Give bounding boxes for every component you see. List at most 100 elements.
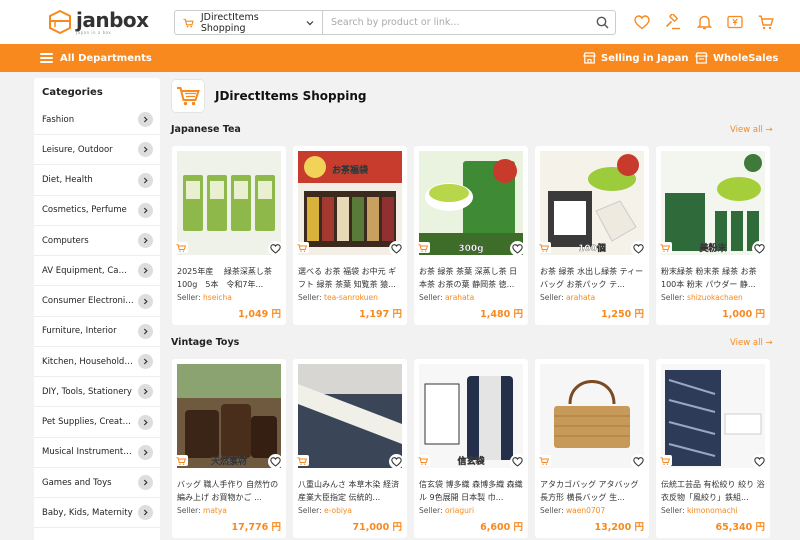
chevron-right-icon [138,172,153,188]
product-title[interactable]: アタカゴバッグ アタバッグ 長方形 横長バッグ 生... [540,478,644,504]
seller-name[interactable]: kimonomachi [687,506,738,515]
product-image[interactable]: 美粉末 [661,151,765,255]
store-badge-icon [537,242,551,253]
selling-in-japan-link[interactable]: Selling in Japan [583,44,689,72]
product-title[interactable]: 八重山みんさ 本草木染 経済産業大臣指定 伝統的... [298,478,402,504]
product-card[interactable]: 美粉末 粉末緑茶 粉末茶 緑茶 お茶 100本 粉末 パウダー 静... Selle… [656,146,770,325]
store-cart-icon [177,87,200,106]
sidebar-category-item[interactable]: Diet, Health [34,166,160,196]
favorite-button[interactable] [510,241,525,256]
sidebar-category-item[interactable]: Baby, Kids, Maternity [34,498,160,529]
product-title[interactable]: 粉末緑茶 粉末茶 緑茶 お茶 100本 粉末 パウダー 静... [661,265,765,291]
product-image[interactable]: 300g [419,151,523,255]
product-image[interactable] [177,151,281,255]
sidebar-category-item[interactable]: Pet Supplies, Creature [34,408,160,438]
category-label: Furniture, Interior [42,326,117,337]
favorite-button[interactable] [510,454,525,469]
sidebar-category-item[interactable]: Games and Toys [34,468,160,498]
search-bar: JDirectItems Shopping [174,10,616,35]
sidebar-category-item[interactable]: Consumer Electronics [34,287,160,317]
product-title[interactable]: 選べる お茶 福袋 お中元 ギフト 緑茶 茶葉 知覧茶 猿... [298,265,402,291]
wishlist-button[interactable] [633,13,651,31]
product-seller: Seller: tea-sanrokuen [298,293,378,302]
favorite-button[interactable] [631,454,646,469]
seller-name[interactable]: waen0707 [566,506,605,515]
view-all-link[interactable]: View all → [730,125,773,135]
seller-label: Seller: [298,293,322,302]
category-label: Kitchen, Household ... [42,356,134,367]
product-card[interactable]: 2025年産 緑茶深蒸し茶100g 5本 令和7年... Seller: hsei… [172,146,286,325]
product-image[interactable]: 100個 [540,151,644,255]
seller-name[interactable]: shizuokachaen [687,293,743,302]
product-image[interactable] [540,364,644,468]
product-title[interactable]: お茶 緑茶 水出し緑茶 ティーバッグ お茶パック テ... [540,265,644,291]
product-card[interactable]: 300g お茶 緑茶 茶葉 深蒸し茶 日本茶 お茶の葉 静岡茶 徳... Selle… [414,146,528,325]
category-label: Baby, Kids, Maternity [42,507,133,518]
all-departments-button[interactable]: All Departments [40,44,152,72]
section-title: Vintage Toys [171,337,240,348]
notifications-button[interactable] [695,13,713,31]
heart-icon [633,456,644,467]
favorite-button[interactable] [268,241,283,256]
product-card[interactable]: 100個 お茶 緑茶 水出し緑茶 ティーバッグ お茶パック テ... Seller:… [535,146,649,325]
wholesales-link[interactable]: WholeSales [695,44,778,72]
product-image[interactable]: お茶福袋 [298,151,402,255]
search-button[interactable] [589,11,615,34]
product-title[interactable]: バッグ 職人手作り 自然竹の編み上げ お買物かご ... [177,478,281,504]
product-price: 6,600 円 [480,522,523,533]
favorite-button[interactable] [752,241,767,256]
seller-name[interactable]: oriaguri [445,506,474,515]
product-price: 1,197 円 [359,309,402,320]
store-dropdown[interactable]: JDirectItems Shopping [175,11,323,34]
product-title[interactable]: 2025年産 緑茶深蒸し茶100g 5本 令和7年... [177,265,281,291]
seller-name[interactable]: arahata [566,293,595,302]
view-all-link[interactable]: View all → [730,338,773,348]
favorite-button[interactable] [268,454,283,469]
sidebar-category-item[interactable]: Computers [34,226,160,256]
favorite-button[interactable] [631,241,646,256]
product-title[interactable]: お茶 緑茶 茶葉 深蒸し茶 日本茶 お茶の葉 静岡茶 徳... [419,265,523,291]
favorite-button[interactable] [389,241,404,256]
sidebar-category-item[interactable]: Furniture, Interior [34,317,160,347]
sidebar-category-item[interactable]: Leisure, Outdoor [34,135,160,166]
favorite-button[interactable] [752,454,767,469]
product-image[interactable] [298,364,402,468]
seller-name[interactable]: tea-sanrokuen [324,293,378,302]
top-header: janbox Japan in a box JDirectItems Shopp… [0,0,800,44]
product-card[interactable]: お茶福袋選べる お茶 福袋 お中元 ギフト 緑茶 茶葉 知覧茶 猿... Sell… [293,146,407,325]
seller-name[interactable]: hseicha [203,293,232,302]
seller-name[interactable]: matya [203,506,227,515]
category-label: Computers [42,235,89,246]
product-seller: Seller: kimonomachi [661,506,738,515]
product-card[interactable]: 信玄袋 信玄袋 博多織 森博多織 森織ル 9色展開 日本製 巾... Seller:… [414,359,528,538]
search-input[interactable] [323,11,589,34]
store-name: JDirectItems Shopping [215,89,367,103]
seller-label: Seller: [177,506,201,515]
sidebar-category-item[interactable]: Cosmetics, Perfume [34,196,160,226]
seller-name[interactable]: e-obiya [324,506,352,515]
product-image[interactable]: 天然素材 [177,364,281,468]
product-image-text: お茶福袋 [332,164,369,176]
product-title[interactable]: 信玄袋 博多織 森博多織 森織ル 9色展開 日本製 巾... [419,478,523,504]
sidebar-category-item[interactable]: Kitchen, Household ... [34,347,160,377]
cart-button[interactable] [757,13,775,31]
favorite-button[interactable] [389,454,404,469]
product-card[interactable]: 伝統工芸品 有松絞り 絞り 浴衣反物「風絞り」鉄組... Seller: kimo… [656,359,770,538]
product-card[interactable]: アタカゴバッグ アタバッグ 長方形 横長バッグ 生... Seller: waen… [535,359,649,538]
wallet-button[interactable] [726,13,744,31]
product-price: 17,776 円 [231,522,281,533]
sidebar-category-item[interactable]: Musical Instruments... [34,438,160,468]
sidebar-category-item[interactable]: DIY, Tools, Stationery [34,377,160,408]
product-image[interactable]: 信玄袋 [419,364,523,468]
product-title[interactable]: 伝統工芸品 有松絞り 絞り 浴衣反物「風絞り」鉄組... [661,478,765,504]
category-label: Games and Toys [42,477,112,488]
product-card[interactable]: 天然素材 バッグ 職人手作り 自然竹の編み上げ お買物かご ... Seller: … [172,359,286,538]
janbox-logo[interactable]: janbox Japan in a box [49,8,149,36]
auction-button[interactable] [664,13,682,31]
seller-name[interactable]: arahata [445,293,474,302]
sidebar-category-item[interactable]: Fashion [34,105,160,135]
product-card[interactable]: 八重山みんさ 本草木染 経済産業大臣指定 伝統的... Seller: e-obi… [293,359,407,538]
sidebar-category-item[interactable]: AV Equipment, Cam... [34,256,160,287]
product-image[interactable] [661,364,765,468]
category-label: Cosmetics, Perfume [42,205,127,216]
